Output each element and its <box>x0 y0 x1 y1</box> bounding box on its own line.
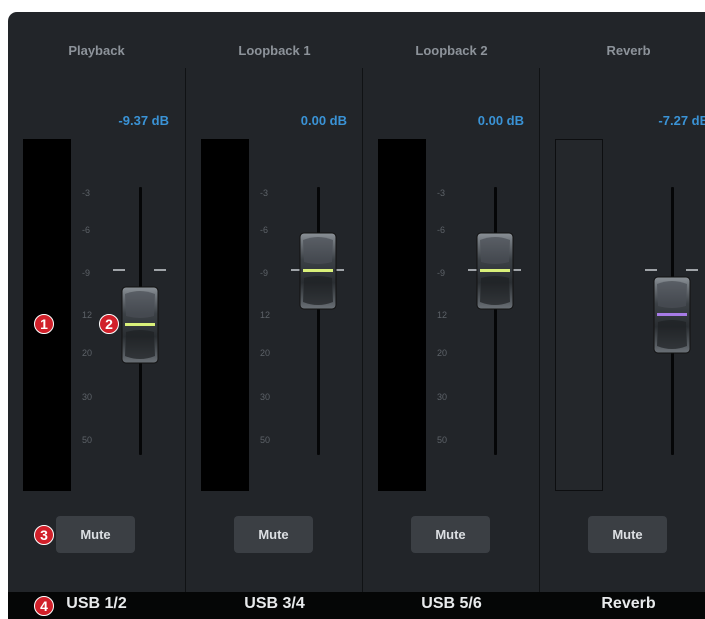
callout-marker: 4 <box>34 596 54 616</box>
output-label: USB 5/6 <box>421 595 482 612</box>
scale-label: 20 <box>82 348 93 358</box>
scale-label: 50 <box>260 435 271 445</box>
scale-label: -6 <box>82 225 91 235</box>
level-meter <box>378 139 426 491</box>
unity-marker <box>154 269 166 271</box>
gain-readout[interactable]: 0.00 dB <box>301 113 347 128</box>
scale-label: -3 <box>437 188 446 198</box>
scale-label: 30 <box>260 392 271 402</box>
scale-label: -3 <box>260 188 269 198</box>
fader-handle[interactable] <box>476 232 514 310</box>
callout-marker: 1 <box>34 314 54 334</box>
callout-marker: 3 <box>34 525 54 545</box>
channel-strip-loopback-2: Loopback 2 0.00 dB -3 -6 -9 12 20 30 50 <box>363 12 540 592</box>
scale-label: 20 <box>260 348 271 358</box>
scale-label: 12 <box>82 310 93 320</box>
scale-label: 30 <box>82 392 93 402</box>
fader-handle[interactable] <box>299 232 337 310</box>
scale-label: -6 <box>260 225 269 235</box>
scale-label: -9 <box>437 268 446 278</box>
mute-button[interactable]: Mute <box>411 516 490 553</box>
level-meter <box>201 139 249 491</box>
scale-label: 50 <box>437 435 448 445</box>
unity-marker <box>686 269 698 271</box>
fader-track <box>317 187 320 455</box>
scale-label: 12 <box>437 310 448 320</box>
mute-button[interactable]: Mute <box>56 516 135 553</box>
scale-label: 12 <box>260 310 271 320</box>
scale-label: 20 <box>437 348 448 358</box>
scale-label: 30 <box>437 392 448 402</box>
scale-label: -9 <box>260 268 269 278</box>
channel-title: Loopback 1 <box>238 43 311 58</box>
unity-marker <box>645 269 657 271</box>
fader-handle[interactable] <box>653 276 691 354</box>
channel-title: Playback <box>68 43 125 58</box>
channel-strip-playback: Playback -9.37 dB -3 -6 -9 12 20 30 50 M… <box>8 12 185 592</box>
fader-track <box>494 187 497 455</box>
channel-strip-loopback-1: Loopback 1 0.00 dB -3 -6 -9 12 20 30 50 <box>186 12 363 592</box>
callout-marker: 2 <box>99 314 119 334</box>
mute-button[interactable]: Mute <box>588 516 667 553</box>
channel-title: Loopback 2 <box>415 43 488 58</box>
fader-handle[interactable] <box>121 286 159 364</box>
scale-label: -6 <box>437 225 446 235</box>
scale-label: 50 <box>82 435 93 445</box>
mute-button[interactable]: Mute <box>234 516 313 553</box>
output-label: USB 3/4 <box>244 595 305 612</box>
gain-readout[interactable]: 0.00 dB <box>478 113 524 128</box>
output-label: Reverb <box>601 595 656 612</box>
unity-marker <box>113 269 125 271</box>
scale-label: -9 <box>82 268 91 278</box>
level-meter <box>555 139 603 491</box>
channel-strip-reverb: Reverb -7.27 dB Mute <box>540 12 705 592</box>
scale-label: -3 <box>82 188 91 198</box>
channel-title: Reverb <box>606 43 651 58</box>
gain-readout[interactable]: -7.27 dB <box>658 113 705 128</box>
gain-readout[interactable]: -9.37 dB <box>118 113 169 128</box>
